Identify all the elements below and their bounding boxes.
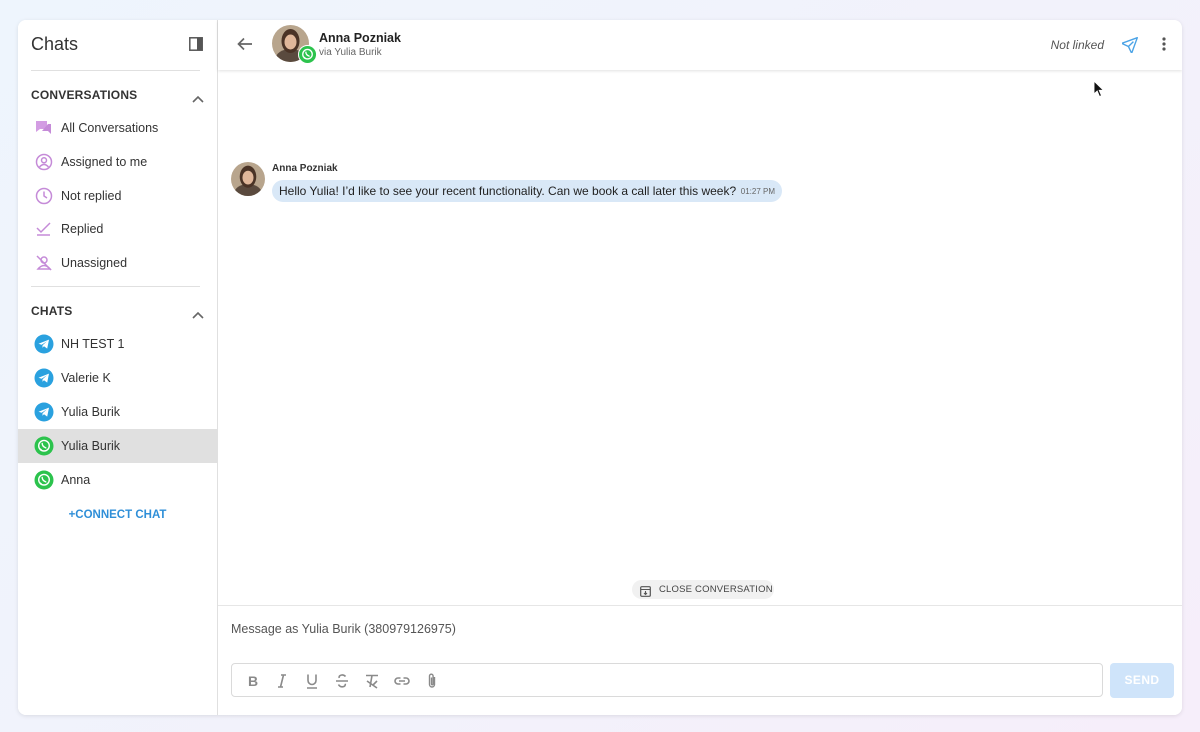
sender-avatar [231, 162, 265, 196]
nav-replied[interactable]: Replied [18, 212, 217, 246]
close-conversation-label: CLOSE CONVERSATION [659, 584, 773, 595]
attachment-icon[interactable] [423, 672, 441, 690]
chats-section-label: CHATS [31, 304, 73, 318]
nav-label: Replied [61, 222, 104, 236]
paper-plane-icon[interactable] [1121, 33, 1142, 54]
nav-label: All Conversations [61, 121, 159, 135]
telegram-icon [34, 402, 54, 422]
chat-item-nh-test-1[interactable]: NH TEST 1 [18, 327, 217, 361]
connect-chat-button[interactable]: +CONNECT CHAT [18, 509, 217, 521]
link-icon[interactable] [393, 672, 411, 690]
nav-label: Not replied [61, 189, 122, 203]
archive-icon [640, 584, 651, 597]
chats-section-toggle[interactable]: CHATS [31, 301, 204, 321]
conversation-panel: Anna Pozniak via Yulia Burik Not linked … [218, 20, 1182, 715]
send-button[interactable]: SEND [1110, 663, 1174, 698]
message-input[interactable] [231, 619, 831, 639]
check-icon [34, 219, 54, 239]
nav-not-replied[interactable]: Not replied [18, 179, 217, 213]
bold-icon[interactable]: B [243, 672, 261, 690]
app-window: Chats CONVERSATIONS All Conversations As… [18, 20, 1182, 715]
chat-label: Anna [61, 473, 91, 487]
formatting-toolbar: B [231, 663, 1103, 697]
user-off-icon [34, 253, 54, 273]
svg-text:B: B [248, 673, 258, 689]
nav-label: Assigned to me [61, 155, 148, 169]
contact-via: via Yulia Burik [319, 47, 382, 58]
composer: B SE [218, 605, 1182, 715]
chat-item-valerie-k[interactable]: Valerie K [18, 361, 217, 395]
close-conversation-button[interactable]: CLOSE CONVERSATION [632, 580, 774, 599]
more-vertical-icon[interactable] [1162, 36, 1166, 52]
chat-item-anna[interactable]: Anna [18, 463, 217, 497]
chat-label: Valerie K [61, 371, 111, 385]
nav-assigned-to-me[interactable]: Assigned to me [18, 145, 217, 179]
user-circle-icon [34, 152, 54, 172]
mouse-cursor-icon [1093, 79, 1105, 98]
nav-label: Unassigned [61, 256, 128, 270]
sidebar-divider [31, 286, 200, 287]
back-arrow-icon[interactable] [236, 35, 254, 53]
message-sender: Anna Pozniak [272, 163, 338, 174]
conversations-section-label: CONVERSATIONS [31, 88, 138, 102]
toggle-sidebar-icon[interactable] [189, 37, 203, 51]
whatsapp-icon [298, 45, 317, 64]
chevron-up-icon [192, 90, 204, 103]
sidebar-divider [31, 70, 200, 71]
link-status[interactable]: Not linked [1051, 38, 1104, 52]
clear-format-icon[interactable] [363, 672, 381, 690]
conversations-section-toggle[interactable]: CONVERSATIONS [31, 85, 204, 105]
contact-name: Anna Pozniak [319, 31, 401, 45]
telegram-icon [34, 334, 54, 354]
chat-label: Yulia Burik [61, 405, 121, 419]
sidebar-title: Chats [31, 34, 79, 54]
message-text: Hello Yulia! I’d like to see your recent… [279, 184, 737, 198]
clock-icon [34, 186, 54, 206]
whatsapp-icon [34, 436, 54, 456]
nav-unassigned[interactable]: Unassigned [18, 246, 217, 280]
chat-bubbles-icon [34, 118, 54, 138]
chat-item-yulia-burik-whatsapp[interactable]: Yulia Burik [18, 429, 217, 463]
nav-all-conversations[interactable]: All Conversations [18, 111, 217, 145]
message-bubble: Hello Yulia! I’d like to see your recent… [272, 180, 782, 202]
chevron-up-icon [192, 306, 204, 319]
conversation-header: Anna Pozniak via Yulia Burik Not linked [218, 20, 1182, 70]
sidebar: Chats CONVERSATIONS All Conversations As… [18, 20, 218, 715]
telegram-icon [34, 368, 54, 388]
italic-icon[interactable] [273, 672, 291, 690]
underline-icon[interactable] [303, 672, 321, 690]
message-list[interactable]: Anna Pozniak Hello Yulia! I’d like to se… [218, 70, 1182, 605]
strikethrough-icon[interactable] [333, 672, 351, 690]
sidebar-header: Chats [18, 20, 217, 70]
chat-label: Yulia Burik [61, 439, 121, 453]
whatsapp-icon [34, 470, 54, 490]
chat-label: NH TEST 1 [61, 337, 125, 351]
chat-item-yulia-burik-telegram[interactable]: Yulia Burik [18, 395, 217, 429]
message-time: 01:27 PM [740, 187, 775, 196]
